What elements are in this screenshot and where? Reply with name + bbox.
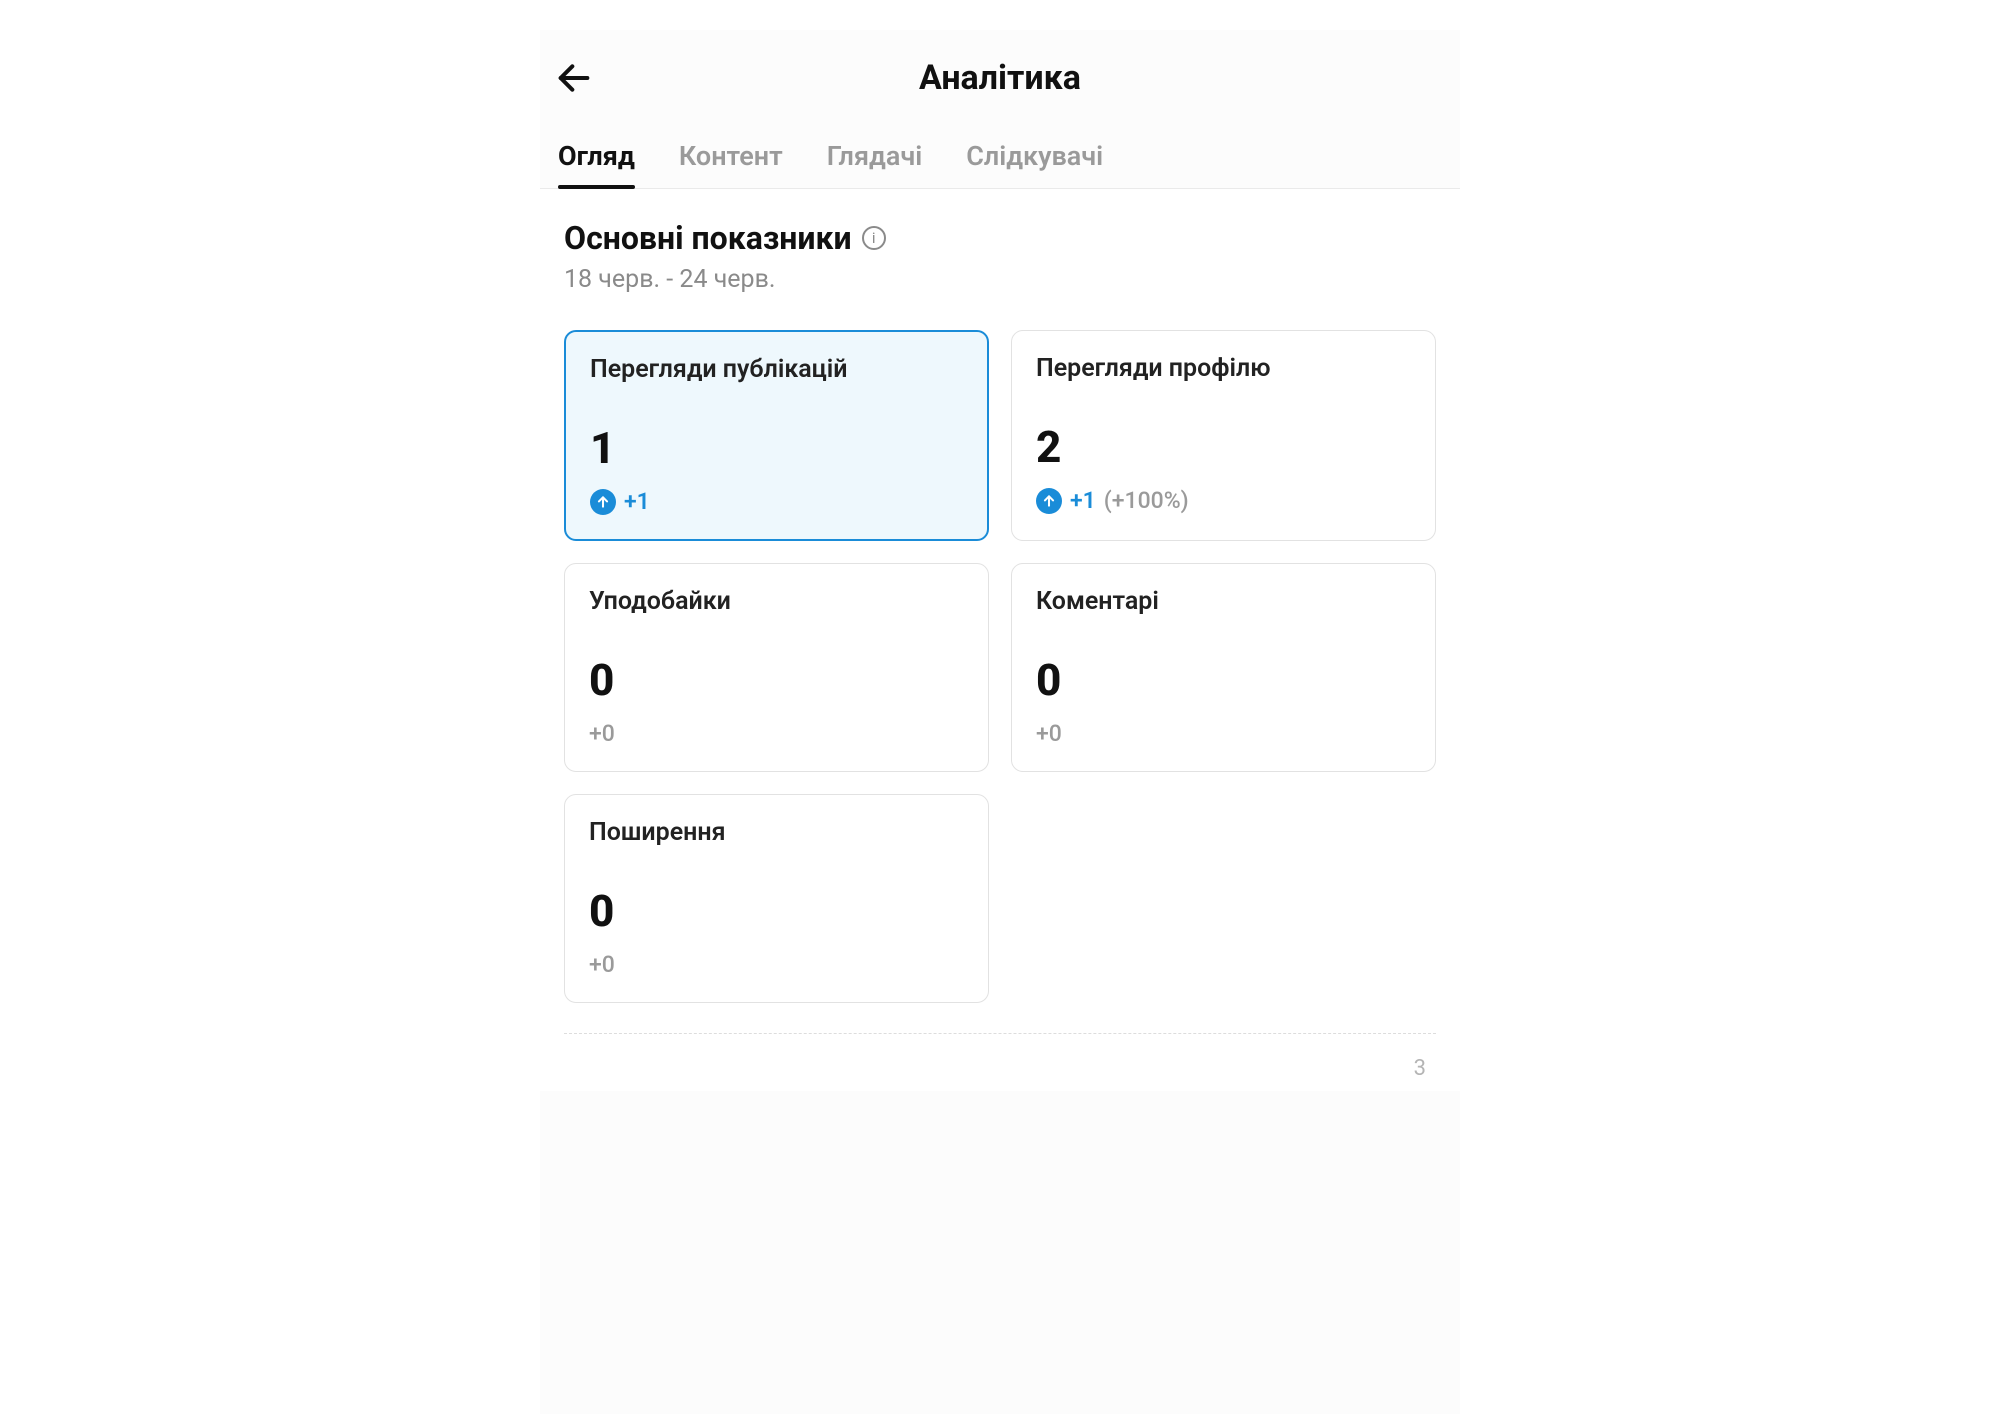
metric-label: Поширення	[589, 817, 964, 879]
metric-delta-value: +0	[589, 951, 615, 978]
page-title: Аналітика	[919, 58, 1081, 98]
metric-delta-value: +1	[1070, 487, 1096, 514]
metric-card-shares[interactable]: Поширення 0 +0	[564, 794, 989, 1003]
metric-delta-value: +1	[624, 488, 650, 515]
info-icon[interactable]: i	[862, 226, 886, 250]
arrow-up-icon	[1036, 488, 1062, 514]
header: Аналітика	[540, 30, 1460, 132]
tab-overview[interactable]: Огляд	[558, 132, 635, 188]
metric-delta: +1	[590, 488, 963, 515]
metric-delta: +1 (+100%)	[1036, 487, 1411, 514]
page-number: 3	[564, 1033, 1436, 1081]
metric-value: 0	[589, 654, 964, 706]
analytics-screen: Аналітика Огляд Контент Глядачі Слідкува…	[540, 30, 1460, 1414]
content-area: Основні показники i 18 черв. - 24 черв. …	[540, 189, 1460, 1091]
metric-delta-value: +0	[589, 720, 615, 747]
metric-label: Уподобайки	[589, 586, 964, 648]
metric-card-profile-views[interactable]: Перегляди профілю 2 +1 (+100%)	[1011, 330, 1436, 541]
back-button[interactable]	[550, 54, 598, 102]
metric-delta: +0	[589, 720, 964, 747]
date-range: 18 черв. - 24 черв.	[564, 265, 1436, 294]
metric-label: Коментарі	[1036, 586, 1411, 648]
tab-viewers[interactable]: Глядачі	[827, 132, 923, 188]
metric-delta: +0	[1036, 720, 1411, 747]
metric-delta-value: +0	[1036, 720, 1062, 747]
tab-followers[interactable]: Слідкувачі	[966, 132, 1103, 188]
metric-label: Перегляди публікацій	[590, 354, 963, 416]
metric-card-likes[interactable]: Уподобайки 0 +0	[564, 563, 989, 772]
tab-content[interactable]: Контент	[679, 132, 783, 188]
arrow-left-icon	[554, 58, 594, 98]
metric-value: 2	[1036, 421, 1411, 473]
metric-value: 0	[589, 885, 964, 937]
metric-delta: +0	[589, 951, 964, 978]
metric-delta-pct: (+100%)	[1104, 487, 1189, 514]
metric-card-post-views[interactable]: Перегляди публікацій 1 +1	[564, 330, 989, 541]
metric-label: Перегляди профілю	[1036, 353, 1411, 415]
metric-card-comments[interactable]: Коментарі 0 +0	[1011, 563, 1436, 772]
metrics-grid: Перегляди публікацій 1 +1 Перегляди проф…	[564, 330, 1436, 1003]
tabs: Огляд Контент Глядачі Слідкувачі	[540, 132, 1460, 189]
metric-value: 0	[1036, 654, 1411, 706]
section-header: Основні показники i	[564, 219, 1436, 257]
metric-value: 1	[590, 422, 963, 474]
section-title: Основні показники	[564, 219, 852, 257]
arrow-up-icon	[590, 489, 616, 515]
